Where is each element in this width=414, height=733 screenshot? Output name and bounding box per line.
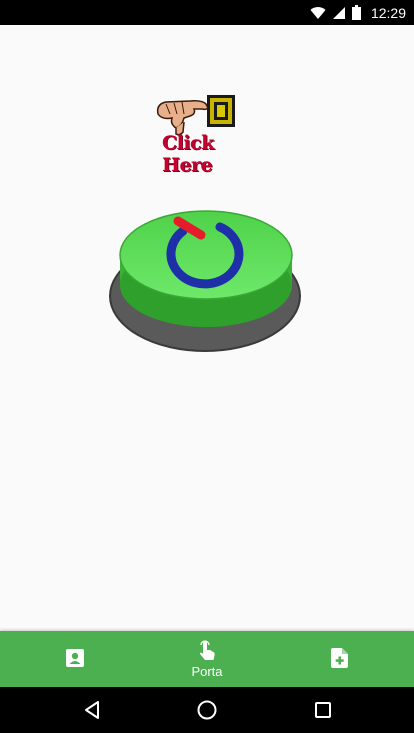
status-icons: 12:29 xyxy=(310,0,406,25)
nav-item-porta[interactable]: Porta xyxy=(157,631,257,687)
click-here-label: Click Here xyxy=(162,132,214,176)
battery-icon xyxy=(351,5,361,20)
nav-item-contacts[interactable] xyxy=(25,631,125,687)
signal-icon xyxy=(332,6,345,19)
home-button[interactable] xyxy=(187,695,227,725)
bottom-nav: Porta xyxy=(0,631,414,687)
status-time: 12:29 xyxy=(370,4,406,21)
recents-button[interactable] xyxy=(303,695,343,725)
back-button[interactable] xyxy=(72,695,112,725)
status-bar: 12:29 xyxy=(0,0,414,25)
hand-pointer-icon xyxy=(156,95,235,136)
back-icon xyxy=(85,701,99,719)
system-nav-bar xyxy=(0,687,414,733)
power-toggle-button[interactable] xyxy=(108,185,308,355)
touch-icon xyxy=(199,639,215,660)
contact-card-icon xyxy=(66,649,84,667)
nav-label-porta: Porta xyxy=(191,663,223,679)
note-add-icon xyxy=(331,648,348,668)
nav-item-add-note[interactable] xyxy=(290,631,390,687)
main-content: Click Here xyxy=(0,25,414,631)
click-here-image[interactable]: Click Here xyxy=(150,92,270,176)
wifi-icon xyxy=(310,6,326,19)
home-icon xyxy=(197,700,217,720)
recents-icon xyxy=(315,702,331,718)
